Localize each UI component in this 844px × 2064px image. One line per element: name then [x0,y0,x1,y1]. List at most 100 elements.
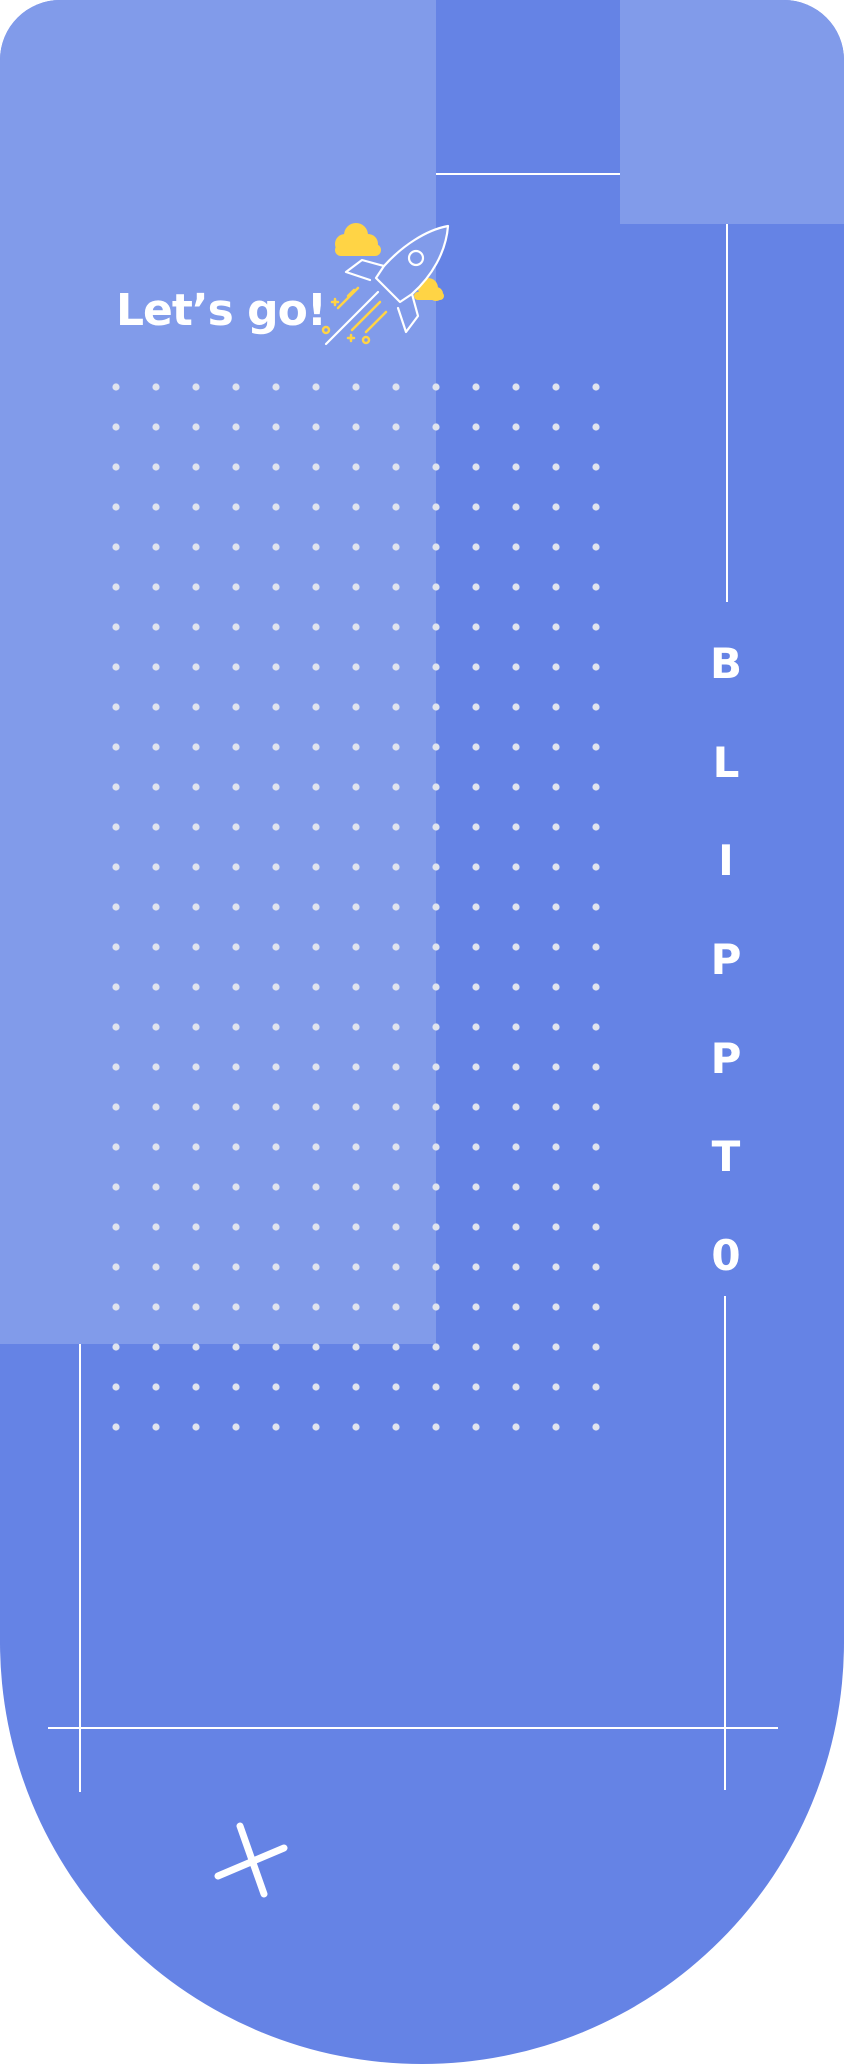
rocket-icon [321,223,450,346]
grid-dot [512,783,520,791]
grid-dot [232,383,240,391]
grid-dot [312,943,320,951]
grid-dot [552,1303,560,1311]
grid-dot [152,983,160,991]
grid-dot [552,943,560,951]
close-icon[interactable] [212,1820,292,1900]
grid-dot [432,463,440,471]
brand-letter: P [710,1033,742,1083]
grid-dot [312,1223,320,1231]
grid-dot [152,1223,160,1231]
grid-dot [272,1303,280,1311]
grid-dot [112,1183,120,1191]
grid-dot [232,823,240,831]
grid-dot [512,903,520,911]
grid-dot [232,1343,240,1351]
grid-dot [552,743,560,751]
grid-dot [232,1183,240,1191]
grid-dot [312,1263,320,1271]
grid-dot [352,543,360,551]
grid-dot [192,1183,200,1191]
grid-dot [192,823,200,831]
grid-dot [272,823,280,831]
grid-dot [232,423,240,431]
grid-dot [152,1063,160,1071]
grid-dot [312,1383,320,1391]
grid-dot [472,1223,480,1231]
grid-dot [432,1103,440,1111]
grid-dot [272,703,280,711]
grid-dot [272,1023,280,1031]
grid-dot [552,1343,560,1351]
grid-dot [472,1143,480,1151]
tagline-text: Let’s go! [116,285,327,336]
grid-dot [512,1103,520,1111]
grid-dot [192,863,200,871]
grid-dot [392,743,400,751]
grid-dot [112,1103,120,1111]
grid-dot [312,583,320,591]
grid-dot [312,1343,320,1351]
grid-dot [472,1303,480,1311]
brand-letter: L [712,737,740,787]
grid-dot [232,983,240,991]
grid-dot [392,1383,400,1391]
grid-dot [112,1063,120,1071]
grid-dot [312,1103,320,1111]
grid-dot [152,623,160,631]
grid-dot [392,823,400,831]
grid-dot [192,383,200,391]
grid-dot [312,463,320,471]
grid-dot [232,623,240,631]
grid-dot [272,1383,280,1391]
grid-dot [432,983,440,991]
grid-dot [432,583,440,591]
grid-dot [352,1063,360,1071]
grid-dot [432,1183,440,1191]
grid-dot [472,823,480,831]
grid-dot [592,983,600,991]
grid-dot [232,583,240,591]
grid-dot [232,1103,240,1111]
grid-dot [352,1343,360,1351]
grid-dot [552,903,560,911]
grid-dot [312,1303,320,1311]
grid-dot [472,1343,480,1351]
grid-dot [472,583,480,591]
grid-dot [392,903,400,911]
grid-dot [232,1023,240,1031]
grid-dot [472,1103,480,1111]
grid-dot [192,423,200,431]
brand-letter: B [709,639,742,688]
grid-dot [592,543,600,551]
grid-dot [552,1263,560,1271]
grid-dot [152,783,160,791]
grid-dot [552,703,560,711]
grid-dot [512,1223,520,1231]
grid-dot [512,983,520,991]
grid-dot [272,863,280,871]
grid-dot [512,703,520,711]
grid-dot [432,623,440,631]
grid-dot [472,1063,480,1071]
grid-dot [512,1063,520,1071]
grid-dot [512,1143,520,1151]
grid-dot [112,823,120,831]
grid-dot [352,383,360,391]
grid-dot [472,743,480,751]
grid-dot [512,1343,520,1351]
grid-dot [152,543,160,551]
grid-dot [432,663,440,671]
grid-dot [552,783,560,791]
grid-dot [512,1263,520,1271]
grid-dot [312,1023,320,1031]
grid-dot [512,1023,520,1031]
grid-dot [312,903,320,911]
grid-dot [232,903,240,911]
grid-dot [472,1263,480,1271]
grid-dot [592,503,600,511]
grid-dot [112,543,120,551]
grid-dot [512,1383,520,1391]
grid-dot [592,1263,600,1271]
grid-dot [432,1263,440,1271]
